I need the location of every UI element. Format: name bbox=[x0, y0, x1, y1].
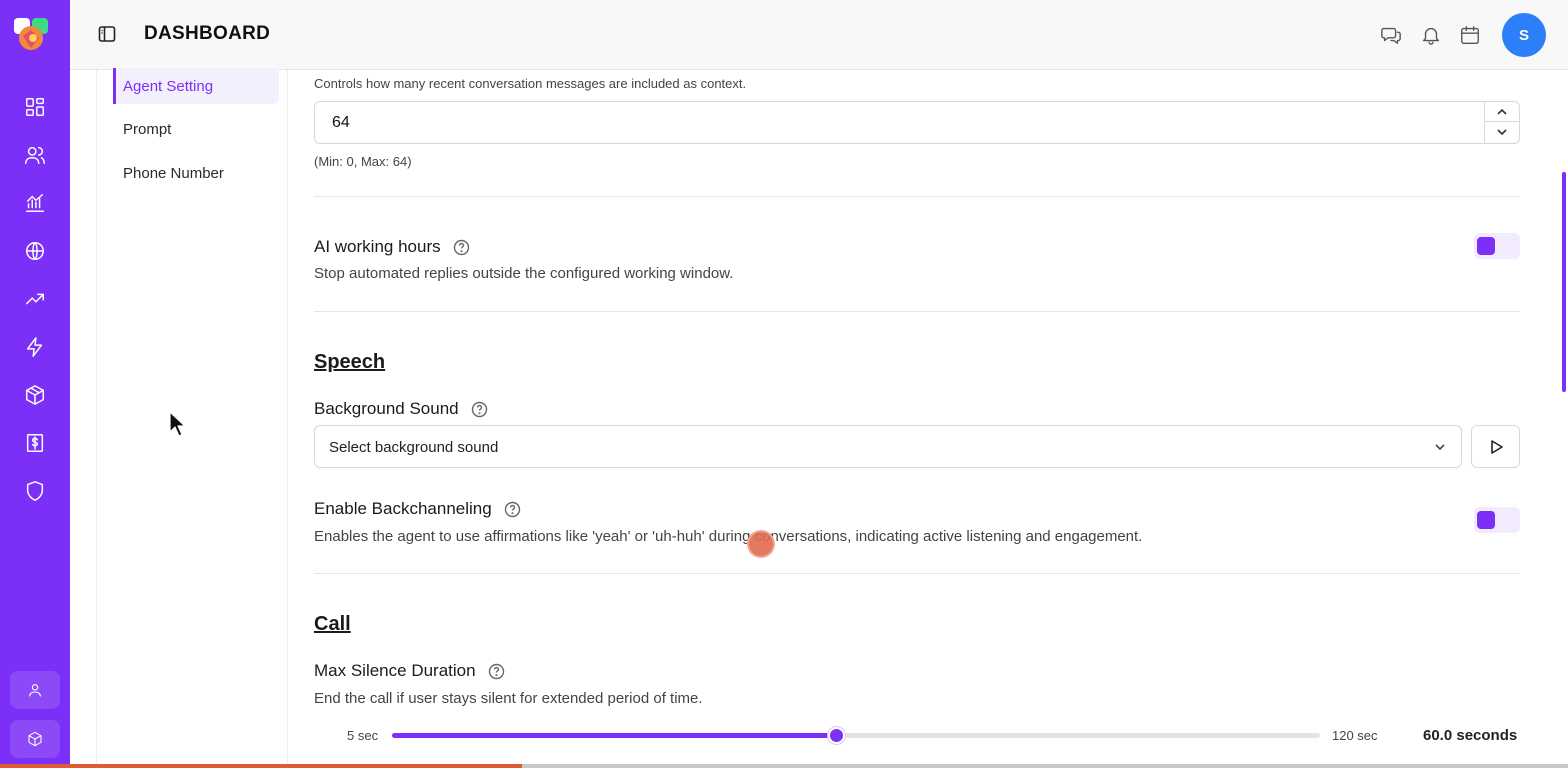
subnav-item-agent-setting[interactable]: Agent Setting bbox=[113, 68, 279, 104]
avatar[interactable]: S bbox=[1502, 13, 1546, 57]
play-sound-button[interactable] bbox=[1471, 425, 1520, 468]
user-icon bbox=[29, 684, 41, 697]
slider-min-label: 5 sec bbox=[347, 728, 379, 743]
context-messages-value: 64 bbox=[332, 114, 350, 131]
call-section-title: Call bbox=[314, 613, 351, 635]
stepper-up-icon[interactable] bbox=[1485, 102, 1519, 122]
workspace-button[interactable] bbox=[10, 720, 60, 758]
package-icon[interactable] bbox=[23, 383, 47, 407]
slider-fill bbox=[392, 733, 836, 738]
help-icon[interactable] bbox=[504, 501, 521, 518]
max-silence-slider[interactable] bbox=[392, 727, 1320, 744]
top-header: DASHBOARD S bbox=[70, 0, 1568, 70]
working-hours-description: Stop automated replies outside the confi… bbox=[314, 265, 734, 282]
divider bbox=[314, 196, 1520, 197]
shield-icon[interactable] bbox=[23, 479, 47, 503]
settings-form: Controls how many recent conversation me… bbox=[314, 70, 1520, 768]
background-sound-select[interactable]: Select background sound bbox=[314, 425, 1462, 468]
toggle-knob bbox=[1477, 237, 1495, 255]
lightning-icon[interactable] bbox=[23, 335, 47, 359]
bell-icon[interactable] bbox=[1420, 24, 1442, 46]
help-icon[interactable] bbox=[453, 239, 470, 256]
working-hours-toggle[interactable] bbox=[1474, 233, 1520, 259]
users-icon[interactable] bbox=[23, 143, 47, 167]
working-hours-label: AI working hours bbox=[314, 237, 441, 256]
backchanneling-description: Enables the agent to use affirmations li… bbox=[314, 528, 1143, 545]
context-messages-input[interactable]: 64 bbox=[314, 101, 1520, 144]
sidebar-toggle-icon[interactable] bbox=[97, 24, 117, 44]
page-progress-bar bbox=[0, 764, 1568, 768]
user-profile-button[interactable] bbox=[10, 671, 60, 709]
chevron-down-icon bbox=[1433, 440, 1447, 454]
slider-value-label: 60.0 seconds bbox=[1423, 727, 1518, 744]
dashboard-icon[interactable] bbox=[23, 95, 47, 119]
vertical-scrollbar[interactable] bbox=[1562, 172, 1566, 392]
globe-icon[interactable] bbox=[23, 239, 47, 263]
max-silence-row: Max Silence Duration bbox=[314, 661, 505, 681]
divider bbox=[314, 573, 1520, 574]
subnav-item-phone-number[interactable]: Phone Number bbox=[113, 155, 279, 191]
background-sound-label: Background Sound bbox=[314, 399, 459, 418]
click-indicator bbox=[747, 530, 775, 558]
context-description: Controls how many recent conversation me… bbox=[314, 76, 747, 91]
trending-icon[interactable] bbox=[23, 287, 47, 311]
page-title: DASHBOARD bbox=[144, 23, 271, 44]
max-silence-label: Max Silence Duration bbox=[314, 661, 476, 680]
calendar-icon[interactable] bbox=[1459, 24, 1481, 46]
analytics-icon[interactable] bbox=[23, 191, 47, 215]
stepper-down-icon[interactable] bbox=[1485, 122, 1519, 142]
play-icon bbox=[1490, 439, 1503, 454]
background-sound-value: Select background sound bbox=[329, 439, 499, 456]
help-icon[interactable] bbox=[471, 401, 488, 418]
settings-subnav: Agent Setting Prompt Phone Number bbox=[96, 68, 288, 768]
progress-fill bbox=[0, 764, 523, 768]
background-sound-row: Background Sound bbox=[314, 399, 488, 419]
working-hours-row: AI working hours bbox=[314, 237, 470, 257]
speech-section-title: Speech bbox=[314, 351, 386, 373]
app-logo-icon[interactable] bbox=[13, 16, 49, 52]
toggle-knob bbox=[1477, 511, 1495, 529]
max-silence-description: End the call if user stays silent for ex… bbox=[314, 690, 703, 707]
divider bbox=[314, 311, 1520, 312]
mouse-cursor-icon bbox=[169, 411, 186, 437]
billing-icon[interactable] bbox=[23, 431, 47, 455]
help-icon[interactable] bbox=[488, 663, 505, 680]
context-hint: (Min: 0, Max: 64) bbox=[314, 154, 412, 169]
slider-thumb[interactable] bbox=[827, 727, 845, 744]
backchanneling-row: Enable Backchanneling bbox=[314, 499, 521, 519]
slider-max-label: 120 sec bbox=[1332, 728, 1378, 743]
left-rail bbox=[0, 0, 70, 768]
cube-icon bbox=[28, 731, 42, 747]
backchanneling-label: Enable Backchanneling bbox=[314, 499, 492, 518]
chat-icon[interactable] bbox=[1380, 24, 1402, 46]
backchanneling-toggle[interactable] bbox=[1474, 507, 1520, 533]
number-stepper bbox=[1484, 102, 1519, 143]
subnav-item-prompt[interactable]: Prompt bbox=[113, 111, 279, 147]
